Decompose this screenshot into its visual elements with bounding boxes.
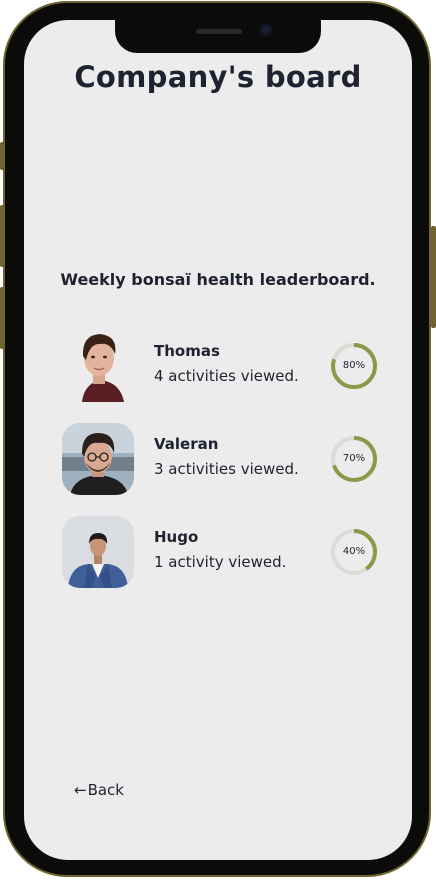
player-name: Thomas	[154, 342, 220, 360]
arrow-left-icon: ←	[74, 781, 87, 799]
activity-count: 4 activities viewed.	[154, 367, 299, 385]
leaderboard-row-valeran: Valeran 3 activities viewed. 70%	[62, 423, 382, 495]
volume-up-button	[0, 205, 5, 267]
player-name: Hugo	[154, 528, 199, 546]
activity-count: 3 activities viewed.	[154, 460, 299, 478]
leaderboard-subtitle: Weekly bonsaï health leaderboard.	[60, 270, 376, 289]
power-button	[431, 226, 436, 328]
silent-switch	[0, 142, 5, 170]
avatar	[62, 423, 134, 495]
volume-down-button	[0, 287, 5, 349]
progress-label: 70%	[342, 453, 366, 464]
player-name: Valeran	[154, 435, 219, 453]
progress-ring: 80%	[330, 342, 378, 390]
progress-ring: 70%	[330, 435, 378, 483]
progress-label: 40%	[342, 546, 366, 557]
page-title: Company's board	[74, 60, 362, 94]
leaderboard-row-hugo: Hugo 1 activity viewed. 40%	[62, 516, 382, 588]
back-button[interactable]: ← Back	[74, 781, 124, 799]
front-camera	[259, 23, 273, 37]
speaker-grille	[196, 29, 242, 34]
activity-count: 1 activity viewed.	[154, 553, 287, 571]
avatar	[62, 330, 134, 402]
leaderboard-row-thomas: Thomas 4 activities viewed. 80%	[62, 330, 382, 402]
notch	[115, 20, 321, 53]
back-label: Back	[87, 781, 124, 799]
avatar	[62, 516, 134, 588]
progress-ring: 40%	[330, 528, 378, 576]
progress-label: 80%	[342, 360, 366, 371]
